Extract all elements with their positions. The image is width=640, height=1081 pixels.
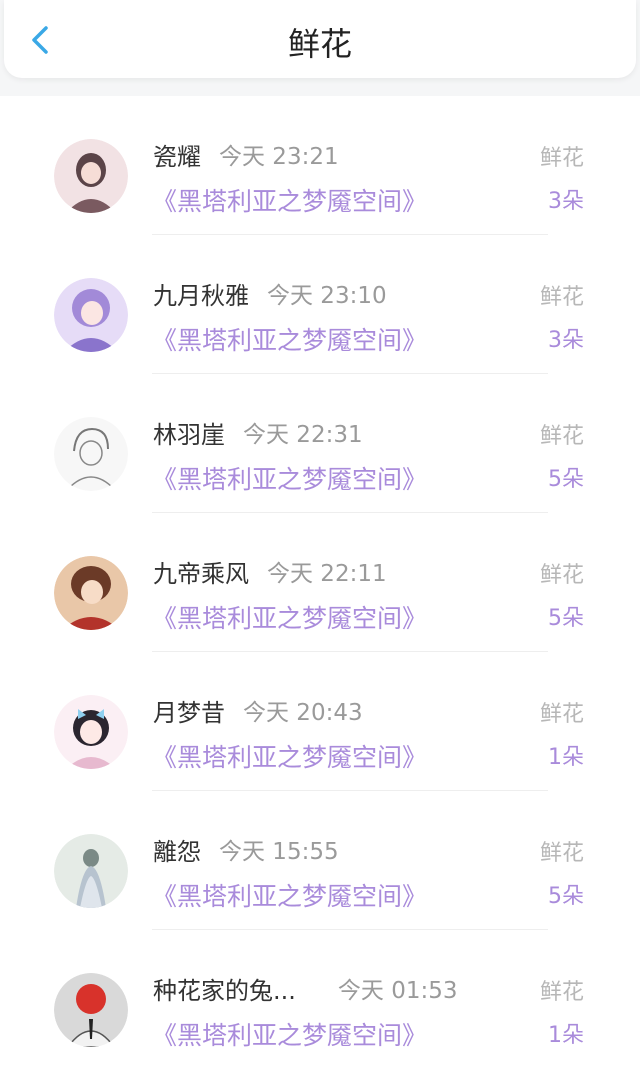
book-title[interactable]: 《黑塔利亚之梦魇空间》 bbox=[152, 182, 427, 218]
avatar[interactable] bbox=[54, 834, 128, 908]
avatar[interactable] bbox=[54, 417, 128, 491]
name-row: 林羽崖 今天 22:31 bbox=[153, 415, 363, 450]
gift-count: 5朵 bbox=[548, 467, 584, 492]
name-row: 九帝乘风 今天 22:11 bbox=[153, 554, 387, 589]
user-name[interactable]: 瓷耀 bbox=[153, 137, 201, 172]
header-area: 鲜花 bbox=[0, 0, 640, 96]
user-name[interactable]: 林羽崖 bbox=[153, 415, 225, 450]
avatar[interactable] bbox=[54, 139, 128, 213]
list-item[interactable]: 瓷耀 今天 23:21 《黑塔利亚之梦魇空间》 鲜花 3朵 bbox=[0, 96, 640, 235]
list-item[interactable]: 林羽崖 今天 22:31 《黑塔利亚之梦魇空间》 鲜花 5朵 bbox=[0, 374, 640, 513]
list-item[interactable]: 九帝乘风 今天 22:11 《黑塔利亚之梦魇空间》 鲜花 5朵 bbox=[0, 513, 640, 652]
user-name[interactable]: 种花家的兔... bbox=[153, 971, 296, 1006]
timestamp: 今天 20:43 bbox=[243, 700, 363, 726]
gift-label: 鲜花 bbox=[539, 980, 584, 1005]
page-title: 鲜花 bbox=[287, 25, 352, 63]
gift-count: 5朵 bbox=[548, 606, 584, 631]
avatar[interactable] bbox=[54, 278, 128, 352]
gift-count: 3朵 bbox=[548, 189, 584, 214]
name-row: 月梦昔 今天 20:43 bbox=[153, 693, 363, 728]
timestamp: 今天 22:31 bbox=[243, 422, 363, 448]
book-title[interactable]: 《黑塔利亚之梦魇空间》 bbox=[152, 738, 427, 774]
gift-label: 鲜花 bbox=[539, 285, 584, 310]
list-item[interactable]: 种花家的兔... 今天 01:53 《黑塔利亚之梦魇空间》 鲜花 1朵 bbox=[0, 930, 640, 1069]
flower-list: 瓷耀 今天 23:21 《黑塔利亚之梦魇空间》 鲜花 3朵 九月秋雅 今天 23… bbox=[0, 96, 640, 1069]
gift-count: 1朵 bbox=[548, 1023, 584, 1048]
name-row: 瓷耀 今天 23:21 bbox=[153, 137, 339, 172]
avatar[interactable] bbox=[54, 556, 128, 630]
gift-count: 3朵 bbox=[548, 328, 584, 353]
gift-label: 鲜花 bbox=[539, 563, 584, 588]
timestamp: 今天 15:55 bbox=[219, 839, 339, 865]
name-row: 九月秋雅 今天 23:10 bbox=[153, 276, 387, 311]
book-title[interactable]: 《黑塔利亚之梦魇空间》 bbox=[152, 877, 427, 913]
user-name[interactable]: 月梦昔 bbox=[153, 693, 225, 728]
timestamp: 今天 22:11 bbox=[267, 561, 387, 587]
timestamp: 今天 01:53 bbox=[337, 978, 458, 1004]
user-name[interactable]: 九帝乘风 bbox=[153, 554, 249, 589]
list-item[interactable]: 月梦昔 今天 20:43 《黑塔利亚之梦魇空间》 鲜花 1朵 bbox=[0, 652, 640, 791]
timestamp: 今天 23:10 bbox=[267, 283, 387, 309]
name-row: 離怨 今天 15:55 bbox=[153, 832, 339, 867]
list-item[interactable]: 離怨 今天 15:55 《黑塔利亚之梦魇空间》 鲜花 5朵 bbox=[0, 791, 640, 930]
flowers-page: 鲜花 瓷耀 今天 23:21 《黑塔利亚之梦魇空间》 鲜花 3朵 九月秋雅 今天… bbox=[0, 0, 640, 1081]
avatar[interactable] bbox=[54, 973, 128, 1047]
gift-label: 鲜花 bbox=[539, 702, 584, 727]
gift-count: 1朵 bbox=[548, 745, 584, 770]
gift-label: 鲜花 bbox=[539, 146, 584, 171]
avatar[interactable] bbox=[54, 695, 128, 769]
book-title[interactable]: 《黑塔利亚之梦魇空间》 bbox=[152, 1016, 427, 1052]
user-name[interactable]: 離怨 bbox=[153, 832, 201, 867]
name-row: 种花家的兔... 今天 01:53 bbox=[153, 971, 458, 1006]
timestamp: 今天 23:21 bbox=[219, 144, 339, 170]
book-title[interactable]: 《黑塔利亚之梦魇空间》 bbox=[152, 599, 427, 635]
user-name[interactable]: 九月秋雅 bbox=[153, 276, 249, 311]
book-title[interactable]: 《黑塔利亚之梦魇空间》 bbox=[152, 321, 427, 357]
gift-label: 鲜花 bbox=[539, 424, 584, 449]
gift-count: 5朵 bbox=[548, 884, 584, 909]
book-title[interactable]: 《黑塔利亚之梦魇空间》 bbox=[152, 460, 427, 496]
list-item[interactable]: 九月秋雅 今天 23:10 《黑塔利亚之梦魇空间》 鲜花 3朵 bbox=[0, 235, 640, 374]
gift-label: 鲜花 bbox=[539, 841, 584, 866]
top-bar: 鲜花 bbox=[4, 0, 636, 78]
